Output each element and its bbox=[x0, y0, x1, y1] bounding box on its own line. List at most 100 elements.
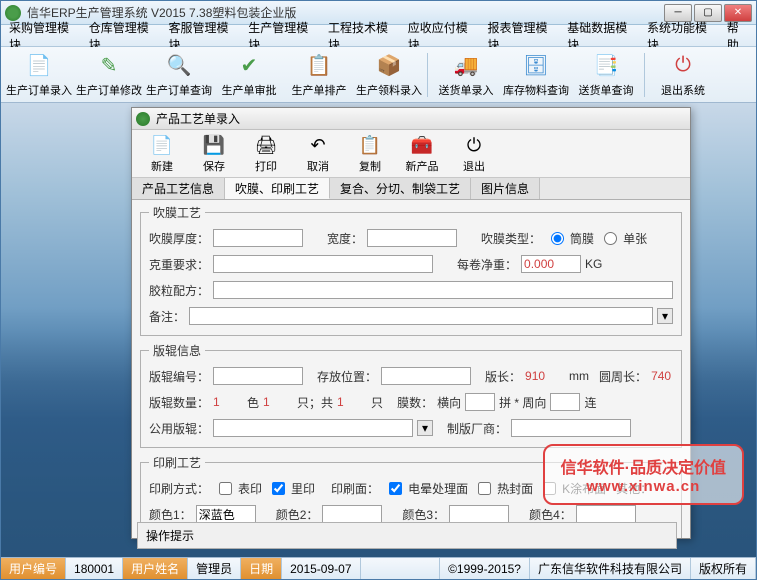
blowing-legend: 吹膜工艺 bbox=[149, 204, 205, 221]
dialog-btn-label: 退出 bbox=[463, 158, 485, 174]
face-label: 印刷面： bbox=[331, 480, 379, 497]
rollno-input[interactable] bbox=[213, 367, 303, 385]
status-date: 2015-09-07 bbox=[282, 558, 360, 579]
toolbar-icon: 🗄 bbox=[522, 52, 550, 80]
menu-warehouse[interactable]: 仓库管理模块 bbox=[81, 25, 161, 46]
toolbar-label: 退出系统 bbox=[661, 82, 705, 98]
dialog-btn-icon: ↶ bbox=[306, 134, 330, 157]
maker-input[interactable] bbox=[511, 419, 631, 437]
blow-remark-input[interactable] bbox=[189, 307, 653, 325]
toolbar-btn-7[interactable]: 🗄 库存物料查询 bbox=[502, 50, 570, 100]
shared-input[interactable] bbox=[213, 419, 413, 437]
tab-3[interactable]: 图片信息 bbox=[471, 178, 540, 199]
toolbar-btn-8[interactable]: 📑送货单查询 bbox=[572, 50, 640, 100]
tab-2[interactable]: 复合、分切、制袋工艺 bbox=[330, 178, 471, 199]
status-spacer bbox=[361, 558, 441, 579]
toolbar-icon: 🔍 bbox=[165, 52, 193, 80]
dialog-btn-icon: 💾 bbox=[202, 134, 226, 157]
toolbar-icon: ⏻ bbox=[669, 52, 697, 80]
circ-input[interactable] bbox=[550, 393, 580, 411]
menu-system[interactable]: 系统功能模块 bbox=[639, 25, 719, 46]
menu-finance[interactable]: 应收应付模块 bbox=[400, 25, 480, 46]
surface-checkbox[interactable] bbox=[219, 482, 232, 495]
width-input[interactable] bbox=[367, 229, 457, 247]
roller-legend: 版辊信息 bbox=[149, 342, 205, 359]
color2-input[interactable] bbox=[322, 505, 382, 523]
toolbar-icon: ✔ bbox=[235, 52, 263, 80]
pos-input[interactable] bbox=[381, 367, 471, 385]
heatseal-checkbox[interactable] bbox=[478, 482, 491, 495]
corona-checkbox[interactable] bbox=[389, 482, 402, 495]
dialog-btn-1[interactable]: 💾保存 bbox=[190, 133, 238, 175]
toolbar-btn-5[interactable]: 📦生产领料录入 bbox=[355, 50, 423, 100]
color-count: 1 bbox=[263, 395, 293, 409]
toolbar-btn-3[interactable]: ✔ 生产单审批 bbox=[215, 50, 283, 100]
tab-0[interactable]: 产品工艺信息 bbox=[132, 178, 225, 199]
dialog-btn-5[interactable]: 🧰新产品 bbox=[398, 133, 446, 175]
dialog-btn-icon: ⏻ bbox=[462, 134, 486, 157]
shared-label: 公用版辊： bbox=[149, 420, 209, 437]
dialog-btn-0[interactable]: 📄新建 bbox=[138, 133, 186, 175]
toolbar-btn-0[interactable]: 📄生产订单录入 bbox=[5, 50, 73, 100]
dialog-btn-label: 保存 bbox=[203, 158, 225, 174]
dialog-toolbar: 📄新建💾保存🖨打印↶取消📋复制🧰新产品⏻退出 bbox=[132, 130, 690, 178]
dialog-btn-label: 新建 bbox=[151, 158, 173, 174]
color4-input[interactable] bbox=[576, 505, 636, 523]
menu-reports[interactable]: 报表管理模块 bbox=[480, 25, 560, 46]
toolbar-btn-4[interactable]: 📋生产单排产 bbox=[285, 50, 353, 100]
toolbar-icon: ✎ bbox=[95, 52, 123, 80]
color1-input[interactable] bbox=[196, 505, 256, 523]
blow-remark-label: 备注： bbox=[149, 308, 185, 325]
menu-production[interactable]: 生产管理模块 bbox=[240, 25, 320, 46]
watermark-line1: 信华软件·品质决定价值 bbox=[561, 454, 726, 478]
len-value: 910 bbox=[525, 369, 565, 383]
horiz-input[interactable] bbox=[465, 393, 495, 411]
toolbar-label: 生产领料录入 bbox=[356, 82, 422, 98]
menu-purchase[interactable]: 采购管理模块 bbox=[1, 25, 81, 46]
memcount-label: 膜数： bbox=[397, 394, 433, 411]
netwt-input[interactable] bbox=[521, 255, 581, 273]
dropdown-icon[interactable]: ▾ bbox=[417, 420, 433, 436]
dialog-btn-6[interactable]: ⏻退出 bbox=[450, 133, 498, 175]
toolbar-btn-1[interactable]: ✎生产订单修改 bbox=[75, 50, 143, 100]
toolbar-label: 生产单审批 bbox=[222, 82, 277, 98]
status-userno-label: 用户编号 bbox=[1, 558, 66, 579]
toolbar-btn-6[interactable]: 🚚送货单录入 bbox=[432, 50, 500, 100]
formula-label: 胶粒配方： bbox=[149, 282, 209, 299]
dropdown-icon[interactable]: ▾ bbox=[657, 308, 673, 324]
status-company: 广东信华软件科技有限公司 bbox=[530, 558, 691, 579]
dialog-btn-2[interactable]: 🖨打印 bbox=[242, 133, 290, 175]
menu-help[interactable]: 帮助 bbox=[719, 25, 756, 46]
main-window: 信华ERP生产管理系统 V2015 7.38塑料包装企业版 ─ ▢ ✕ 采购管理… bbox=[0, 0, 757, 580]
type-tube-radio[interactable] bbox=[551, 232, 564, 245]
dialog-btn-icon: 📄 bbox=[150, 134, 174, 157]
dialog-btn-label: 复制 bbox=[359, 158, 381, 174]
toolbar-btn-2[interactable]: 🔍生产订单查询 bbox=[145, 50, 213, 100]
dialog-btn-3[interactable]: ↶取消 bbox=[294, 133, 342, 175]
dialog-btn-label: 新产品 bbox=[406, 158, 439, 174]
toolbar-btn-9[interactable]: ⏻ 退出系统 bbox=[649, 50, 717, 100]
color3-input[interactable] bbox=[449, 505, 509, 523]
toolbar-label: 送货单录入 bbox=[439, 82, 494, 98]
tab-1[interactable]: 吹膜、印刷工艺 bbox=[225, 178, 330, 199]
print-legend: 印刷工艺 bbox=[149, 454, 205, 471]
menu-engineering[interactable]: 工程技术模块 bbox=[320, 25, 400, 46]
inner-checkbox[interactable] bbox=[272, 482, 285, 495]
roller-fieldset: 版辊信息 版辊编号： 存放位置： 版长： 910 mm 圆周长： 740 版辊数… bbox=[140, 342, 682, 448]
len-unit: mm bbox=[569, 369, 589, 383]
len-label: 版长： bbox=[485, 368, 521, 385]
formula-input[interactable] bbox=[213, 281, 673, 299]
toolbar-icon: 📄 bbox=[25, 52, 53, 80]
dialog-btn-label: 取消 bbox=[307, 158, 329, 174]
dialog-btn-4[interactable]: 📋复制 bbox=[346, 133, 394, 175]
qty-value: 1 bbox=[213, 395, 243, 409]
operation-hint-panel: 操作提示 bbox=[137, 522, 677, 549]
toolbar-label: 库存物料查询 bbox=[503, 82, 569, 98]
gram-input[interactable] bbox=[213, 255, 433, 273]
circ-label: 圆周长： bbox=[599, 368, 647, 385]
thickness-input[interactable] bbox=[213, 229, 303, 247]
status-username-label: 用户姓名 bbox=[123, 558, 188, 579]
menu-service[interactable]: 客服管理模块 bbox=[161, 25, 241, 46]
type-sheet-radio[interactable] bbox=[604, 232, 617, 245]
menu-basicdata[interactable]: 基础数据模块 bbox=[559, 25, 639, 46]
